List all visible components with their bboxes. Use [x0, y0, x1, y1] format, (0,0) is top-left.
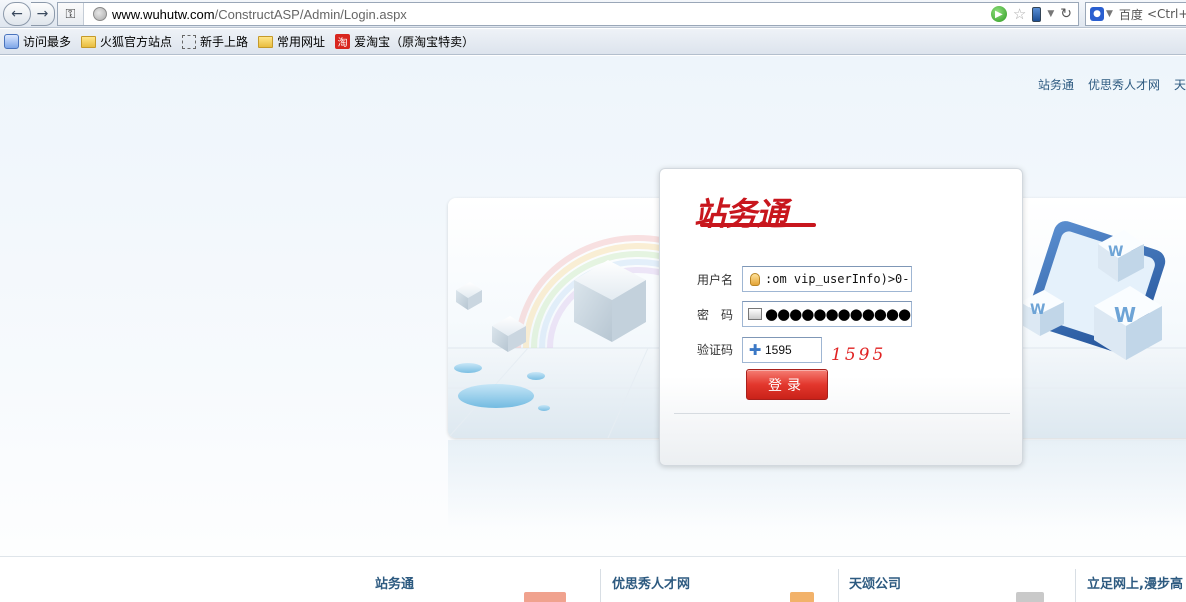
bookmarks-toolbar: 访问最多 火狐官方站点 新手上路 常用网址 淘爱淘宝（原淘宝特卖） [0, 29, 1186, 55]
top-link-zhanwutong[interactable]: 站务通 [1038, 76, 1074, 93]
top-link-tian[interactable]: 天 [1174, 76, 1186, 93]
browser-navbar: ← → ⚿ www.wuhutw.com/ConstructASP/Admin/… [0, 0, 1186, 28]
top-links: 站务通 优思秀人才网 天 [1038, 76, 1186, 93]
bookmark-getting-started[interactable]: 新手上路 [182, 33, 248, 50]
search-engine-dropdown-icon[interactable]: ▼ [1106, 9, 1113, 19]
password-icon [747, 306, 763, 322]
footer-separator [1075, 569, 1076, 602]
bookmark-firefox-official[interactable]: 火狐官方站点 [81, 33, 172, 50]
dashed-box-icon [182, 34, 197, 49]
footer-separator [600, 569, 601, 602]
svg-text:W: W [1030, 302, 1045, 318]
bookmark-ai-taobao[interactable]: 淘爱淘宝（原淘宝特卖） [335, 33, 474, 50]
bookmark-most-visited[interactable]: 访问最多 [4, 33, 71, 50]
username-label: 用户名 [697, 273, 734, 287]
url-path: /ConstructASP/Admin/Login.aspx [214, 6, 407, 22]
password-mask: ●●●●●●●●●●●● [765, 305, 911, 323]
login-panel: 站务通 用户名 :om vip_userInfo)>0-- 密 码 ●●●●●●… [659, 168, 1023, 466]
captcha-image[interactable]: 1595 [831, 345, 886, 365]
baidu-paw-icon[interactable]: ● [1090, 7, 1104, 21]
footer-thumbnail [524, 592, 566, 602]
logo-underline [700, 223, 816, 227]
card-divider [674, 413, 1010, 414]
address-bar[interactable]: ⚿ www.wuhutw.com/ConstructASP/Admin/Logi… [57, 2, 1079, 26]
footer-link-slogan[interactable]: 立足网上,漫步高 [1087, 573, 1183, 592]
footer-separator [838, 569, 839, 602]
username-field[interactable]: :om vip_userInfo)>0-- [742, 266, 912, 292]
folder-icon [258, 35, 274, 48]
footer-thumbnail [790, 592, 814, 602]
back-button[interactable]: ← [3, 2, 31, 26]
go-arrow-icon[interactable]: ▶ [990, 6, 1007, 22]
footer-thumbnail [1016, 592, 1044, 602]
key-icon[interactable]: ⚿ [58, 3, 84, 25]
folder-icon [81, 35, 97, 48]
login-button[interactable]: 登录 [746, 369, 828, 400]
search-box[interactable]: ● ▼ 百度 <Ctrl+ [1085, 2, 1186, 26]
arrow-right-icon: → [36, 6, 49, 22]
footer-link-tiansong[interactable]: 天颂公司 [849, 573, 901, 592]
site-logo: 站务通 [694, 195, 788, 233]
mobile-device-icon[interactable] [1032, 6, 1042, 22]
password-label: 密 码 [697, 308, 734, 322]
taobao-icon: 淘 [335, 34, 351, 49]
plus-cross-icon: ✚ [748, 341, 762, 359]
forward-button[interactable]: → [31, 2, 55, 26]
footer: 站务通 优思秀人才网 天颂公司 立足网上,漫步高 [0, 556, 1186, 602]
user-icon [747, 271, 763, 287]
username-value: :om vip_userInfo)>0-- [765, 272, 912, 286]
reload-icon[interactable]: ↻ [1060, 6, 1072, 22]
captcha-value: 1595 [765, 343, 792, 357]
svg-text:W: W [1114, 303, 1136, 327]
magnifier-icon [4, 34, 19, 49]
captcha-field[interactable]: ✚ 1595 [742, 337, 822, 363]
top-link-talent-network[interactable]: 优思秀人才网 [1088, 76, 1160, 93]
search-engine-name: 百度 [1118, 7, 1143, 22]
globe-icon [93, 7, 107, 21]
bookmark-star-icon[interactable]: ☆ [1013, 5, 1026, 23]
footer-link-zhanwutong[interactable]: 站务通 [375, 573, 414, 592]
bookmark-common-sites[interactable]: 常用网址 [258, 33, 325, 50]
chevron-down-icon[interactable]: ▼ [1047, 9, 1054, 19]
url-host: www.wuhutw.com [112, 6, 215, 22]
password-field[interactable]: ●●●●●●●●●●●● [742, 301, 912, 327]
svg-text:W: W [1108, 244, 1123, 260]
captcha-label: 验证码 [697, 343, 734, 357]
search-shortcut-hint: <Ctrl+ [1146, 7, 1186, 21]
footer-link-talent-network[interactable]: 优思秀人才网 [612, 573, 690, 592]
page-content: 站务通 优思秀人才网 天 W W W 站务通 用户名:om vip_userI… [0, 56, 1186, 602]
url-text[interactable]: www.wuhutw.com/ConstructASP/Admin/Login.… [112, 7, 407, 22]
arrow-left-icon: ← [11, 6, 23, 22]
